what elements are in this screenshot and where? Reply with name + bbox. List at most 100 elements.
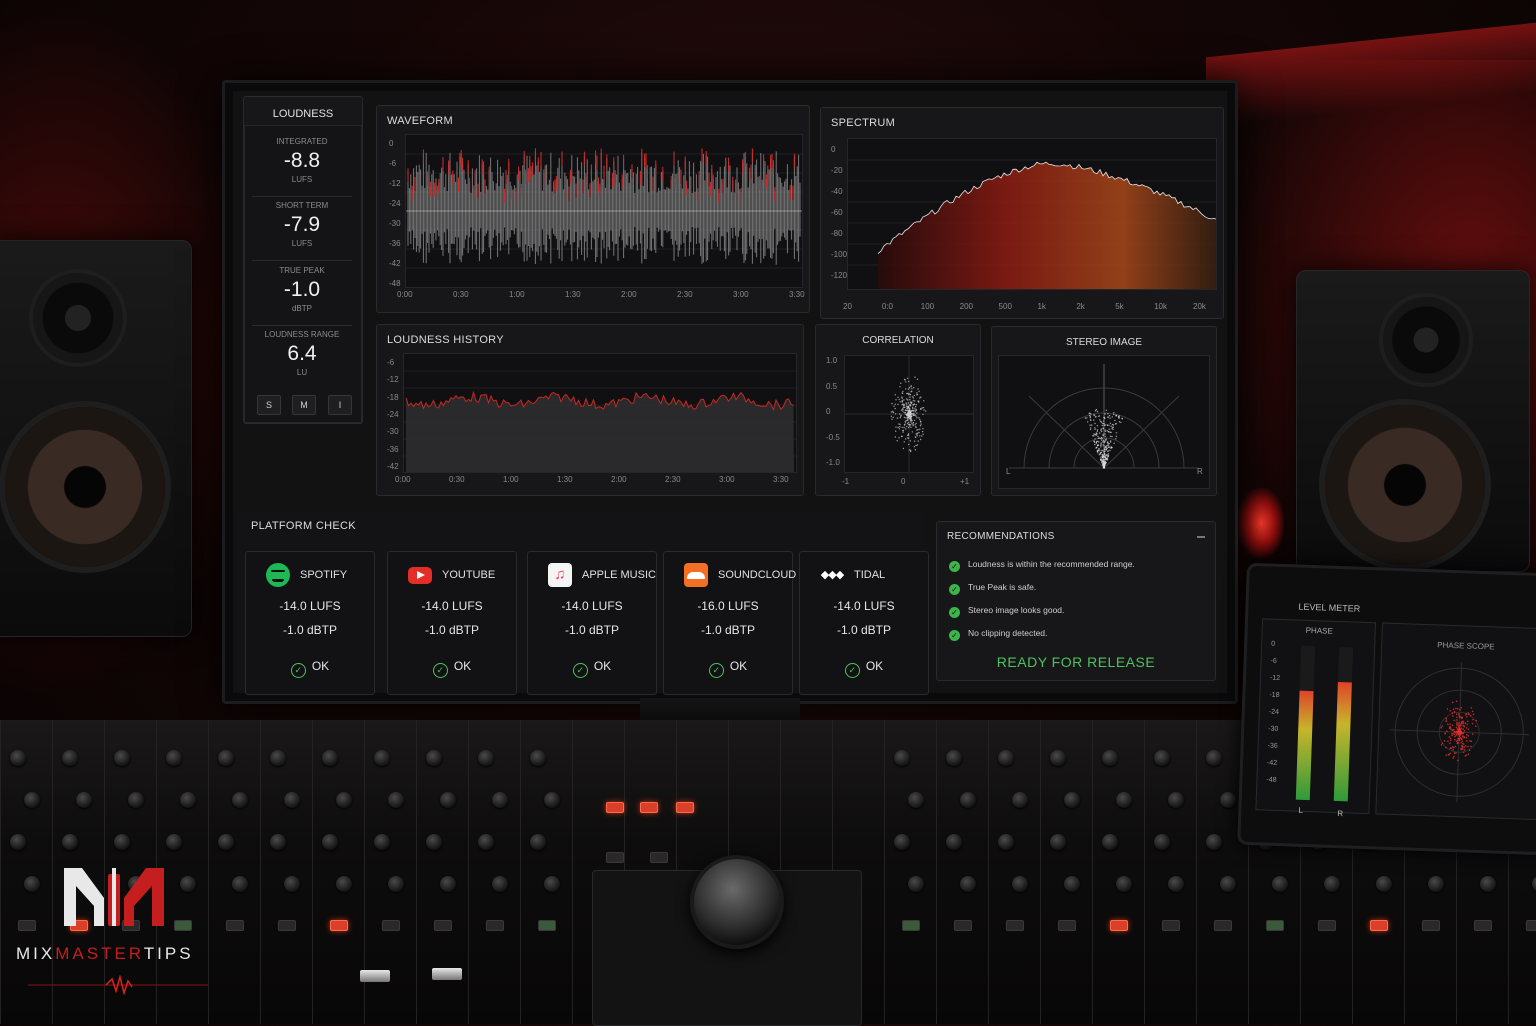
fader-cap[interactable] (360, 970, 390, 982)
console-knob[interactable] (284, 876, 300, 892)
transport-button[interactable] (640, 802, 658, 813)
console-knob[interactable] (1168, 792, 1184, 808)
console-knob[interactable] (960, 792, 976, 808)
console-knob[interactable] (960, 876, 976, 892)
console-knob[interactable] (908, 792, 924, 808)
console-button[interactable] (18, 920, 36, 931)
console-button[interactable] (1214, 920, 1232, 931)
console-button[interactable] (1370, 920, 1388, 931)
console-knob[interactable] (426, 750, 442, 766)
console-button[interactable] (1110, 920, 1128, 931)
console-knob[interactable] (218, 750, 234, 766)
console-knob[interactable] (544, 792, 560, 808)
console-knob[interactable] (998, 834, 1014, 850)
jog-wheel-knob[interactable] (690, 855, 784, 949)
console-knob[interactable] (946, 750, 962, 766)
console-knob[interactable] (946, 834, 962, 850)
console-knob[interactable] (894, 834, 910, 850)
console-knob[interactable] (336, 876, 352, 892)
console-knob[interactable] (24, 792, 40, 808)
mode-button-s[interactable]: S (257, 395, 281, 415)
transport-button[interactable] (650, 852, 668, 863)
console-knob[interactable] (166, 834, 182, 850)
console-knob[interactable] (1064, 792, 1080, 808)
platform-card-apple-music[interactable]: ♫ APPLE MUSIC -14.0 LUFS -1.0 dBTP ✓ OK (527, 551, 657, 695)
console-knob[interactable] (232, 792, 248, 808)
console-knob[interactable] (530, 834, 546, 850)
console-knob[interactable] (894, 750, 910, 766)
transport-button[interactable] (676, 802, 694, 813)
console-knob[interactable] (478, 834, 494, 850)
platform-card-youtube[interactable]: YOUTUBE -14.0 LUFS -1.0 dBTP ✓ OK (387, 551, 517, 695)
platform-card-soundcloud[interactable]: SOUNDCLOUD -16.0 LUFS -1.0 dBTP ✓ OK (663, 551, 796, 695)
console-knob[interactable] (10, 750, 26, 766)
console-knob[interactable] (1102, 834, 1118, 850)
console-button[interactable] (1318, 920, 1336, 931)
console-button[interactable] (382, 920, 400, 931)
console-knob[interactable] (492, 876, 508, 892)
console-knob[interactable] (1154, 834, 1170, 850)
console-knob[interactable] (1480, 876, 1496, 892)
console-knob[interactable] (374, 834, 390, 850)
console-button[interactable] (486, 920, 504, 931)
console-knob[interactable] (218, 834, 234, 850)
console-knob[interactable] (1168, 876, 1184, 892)
console-knob[interactable] (180, 876, 196, 892)
console-knob[interactable] (1116, 876, 1132, 892)
console-button[interactable] (174, 920, 192, 931)
console-knob[interactable] (440, 876, 456, 892)
console-button[interactable] (538, 920, 556, 931)
console-knob[interactable] (440, 792, 456, 808)
fader-cap[interactable] (432, 968, 462, 980)
console-knob[interactable] (10, 834, 26, 850)
console-knob[interactable] (76, 792, 92, 808)
console-button[interactable] (278, 920, 296, 931)
console-knob[interactable] (270, 834, 286, 850)
console-button[interactable] (902, 920, 920, 931)
console-knob[interactable] (1050, 834, 1066, 850)
console-button[interactable] (226, 920, 244, 931)
collapse-icon[interactable] (1197, 536, 1205, 538)
console-knob[interactable] (374, 750, 390, 766)
console-knob[interactable] (1532, 876, 1536, 892)
console-knob[interactable] (62, 834, 78, 850)
console-button[interactable] (330, 920, 348, 931)
console-knob[interactable] (322, 750, 338, 766)
console-knob[interactable] (908, 876, 924, 892)
console-knob[interactable] (322, 834, 338, 850)
console-knob[interactable] (426, 834, 442, 850)
console-knob[interactable] (1272, 876, 1288, 892)
console-knob[interactable] (114, 834, 130, 850)
console-knob[interactable] (270, 750, 286, 766)
console-knob[interactable] (478, 750, 494, 766)
console-button[interactable] (1526, 920, 1536, 931)
console-knob[interactable] (180, 792, 196, 808)
console-knob[interactable] (388, 876, 404, 892)
console-knob[interactable] (114, 750, 130, 766)
console-button[interactable] (1474, 920, 1492, 931)
console-button[interactable] (434, 920, 452, 931)
console-knob[interactable] (544, 876, 560, 892)
console-button[interactable] (1162, 920, 1180, 931)
console-knob[interactable] (1206, 834, 1222, 850)
transport-button[interactable] (606, 802, 624, 813)
console-knob[interactable] (284, 792, 300, 808)
console-knob[interactable] (492, 792, 508, 808)
console-knob[interactable] (62, 750, 78, 766)
console-knob[interactable] (1102, 750, 1118, 766)
console-knob[interactable] (1050, 750, 1066, 766)
console-knob[interactable] (1116, 792, 1132, 808)
console-knob[interactable] (1012, 792, 1028, 808)
transport-button[interactable] (606, 852, 624, 863)
console-knob[interactable] (166, 750, 182, 766)
console-knob[interactable] (128, 792, 144, 808)
console-button[interactable] (1058, 920, 1076, 931)
mode-button-m[interactable]: M (292, 395, 316, 415)
console-knob[interactable] (1012, 876, 1028, 892)
console-knob[interactable] (1064, 876, 1080, 892)
console-knob[interactable] (1220, 792, 1236, 808)
console-knob[interactable] (998, 750, 1014, 766)
platform-card-tidal[interactable]: ◆◆◆ TIDAL -14.0 LUFS -1.0 dBTP ✓ OK (799, 551, 929, 695)
console-knob[interactable] (24, 876, 40, 892)
console-knob[interactable] (1428, 876, 1444, 892)
